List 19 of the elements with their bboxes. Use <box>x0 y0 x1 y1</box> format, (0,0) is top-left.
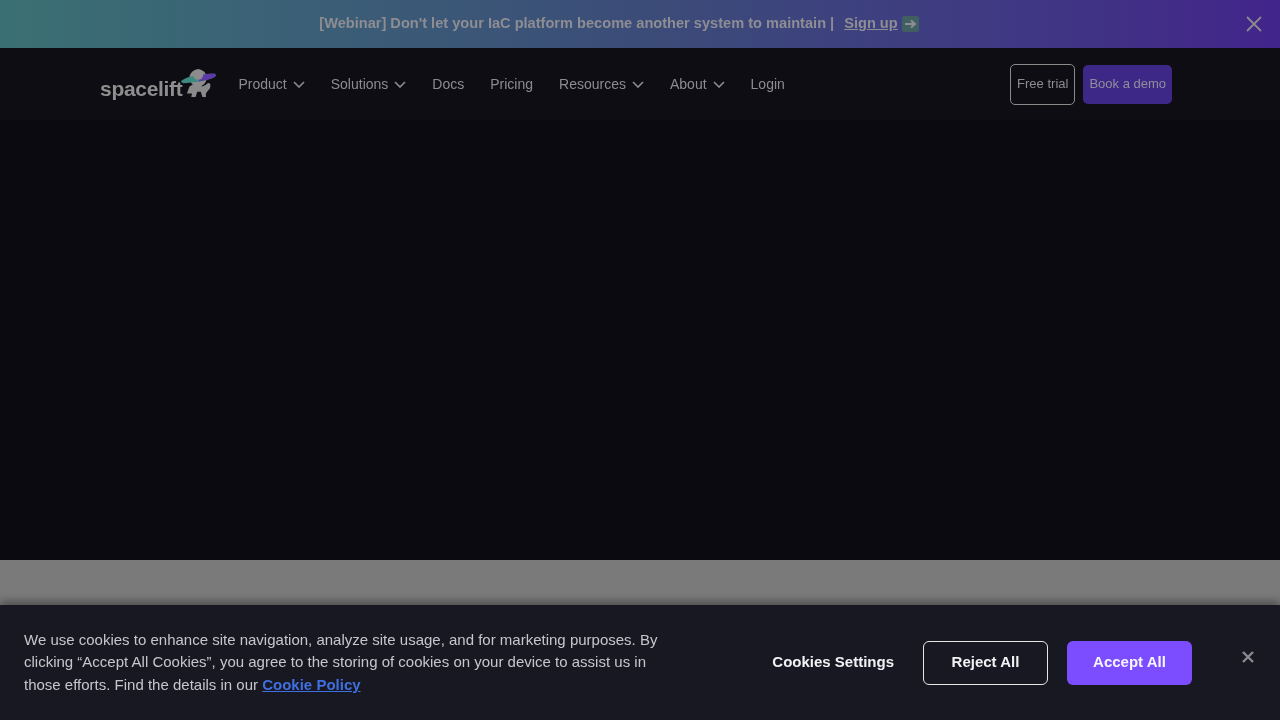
close-icon[interactable] <box>1246 16 1262 32</box>
free-trial-button[interactable]: Free trial <box>1010 63 1076 105</box>
reject-all-button[interactable]: Reject All <box>923 640 1048 685</box>
right-arrow-icon <box>901 16 919 32</box>
close-icon[interactable] <box>1242 650 1254 663</box>
nav-link[interactable]: Docs <box>432 73 465 95</box>
logo-wordmark[interactable]: spacelift <box>100 78 183 99</box>
nav-link[interactable]: Pricing <box>490 73 534 95</box>
nav-link[interactable]: Login <box>750 73 785 95</box>
book-demo-button[interactable]: Book a demo <box>1083 64 1172 104</box>
cookie-policy-link[interactable]: Cookie Policy <box>262 675 361 693</box>
cookie-notice-text: We use cookies to enhance site navigation, analyze site usage, and for marketing purposes. By clicking “Accept All Cookies”, you agree to the storing of cookies on your device to assist us in those efforts. Find the details in our Cookie Policy <box>24 629 659 695</box>
nav-link[interactable]: Solutions <box>330 73 407 95</box>
cookies-settings-button[interactable]: Cookies Settings <box>762 640 904 685</box>
announcement-text: [Webinar] Don't let your IaC platform become another system to maintain | <box>319 14 835 34</box>
nav-link[interactable]: About <box>669 73 725 95</box>
nav-link[interactable]: Product <box>238 73 305 95</box>
accept-all-button[interactable]: Accept All <box>1067 640 1192 685</box>
nav-link[interactable]: Resources <box>559 73 644 95</box>
